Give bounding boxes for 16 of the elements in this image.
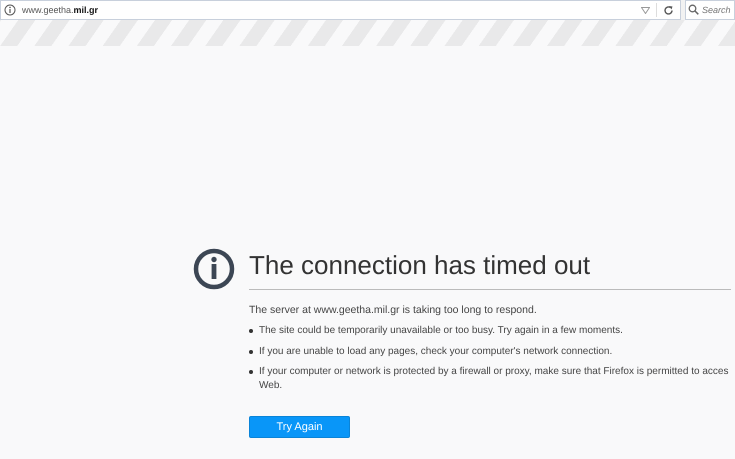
info-icon [193,248,235,290]
search-field[interactable]: Search [685,0,735,20]
reload-icon[interactable] [663,4,674,16]
suggestion-text: If your computer or network is protected by a firewall or proxy, make sure that Firefox is permitted to acces Web. [259,365,728,392]
error-message: The server at www.geetha.mil.gr is taking too long to respond. [249,304,538,316]
address-bar[interactable]: www.geetha.mil.gr [0,0,681,20]
suggestion-text: If you are unable to load any pages, check your computer's network connection. [259,344,612,358]
bullet-icon [249,329,253,333]
bullet-icon [249,350,253,354]
url-text: www.geetha.mil.gr [22,5,98,15]
search-icon [688,4,699,15]
bullet-icon [249,370,253,374]
info-icon[interactable] [4,4,16,16]
error-title: The connection has timed out [249,250,731,290]
suggestion-text: The site could be temporarily unavailable or too busy. Try again in a few moments. [259,324,623,338]
dropdown-icon[interactable] [641,6,650,14]
